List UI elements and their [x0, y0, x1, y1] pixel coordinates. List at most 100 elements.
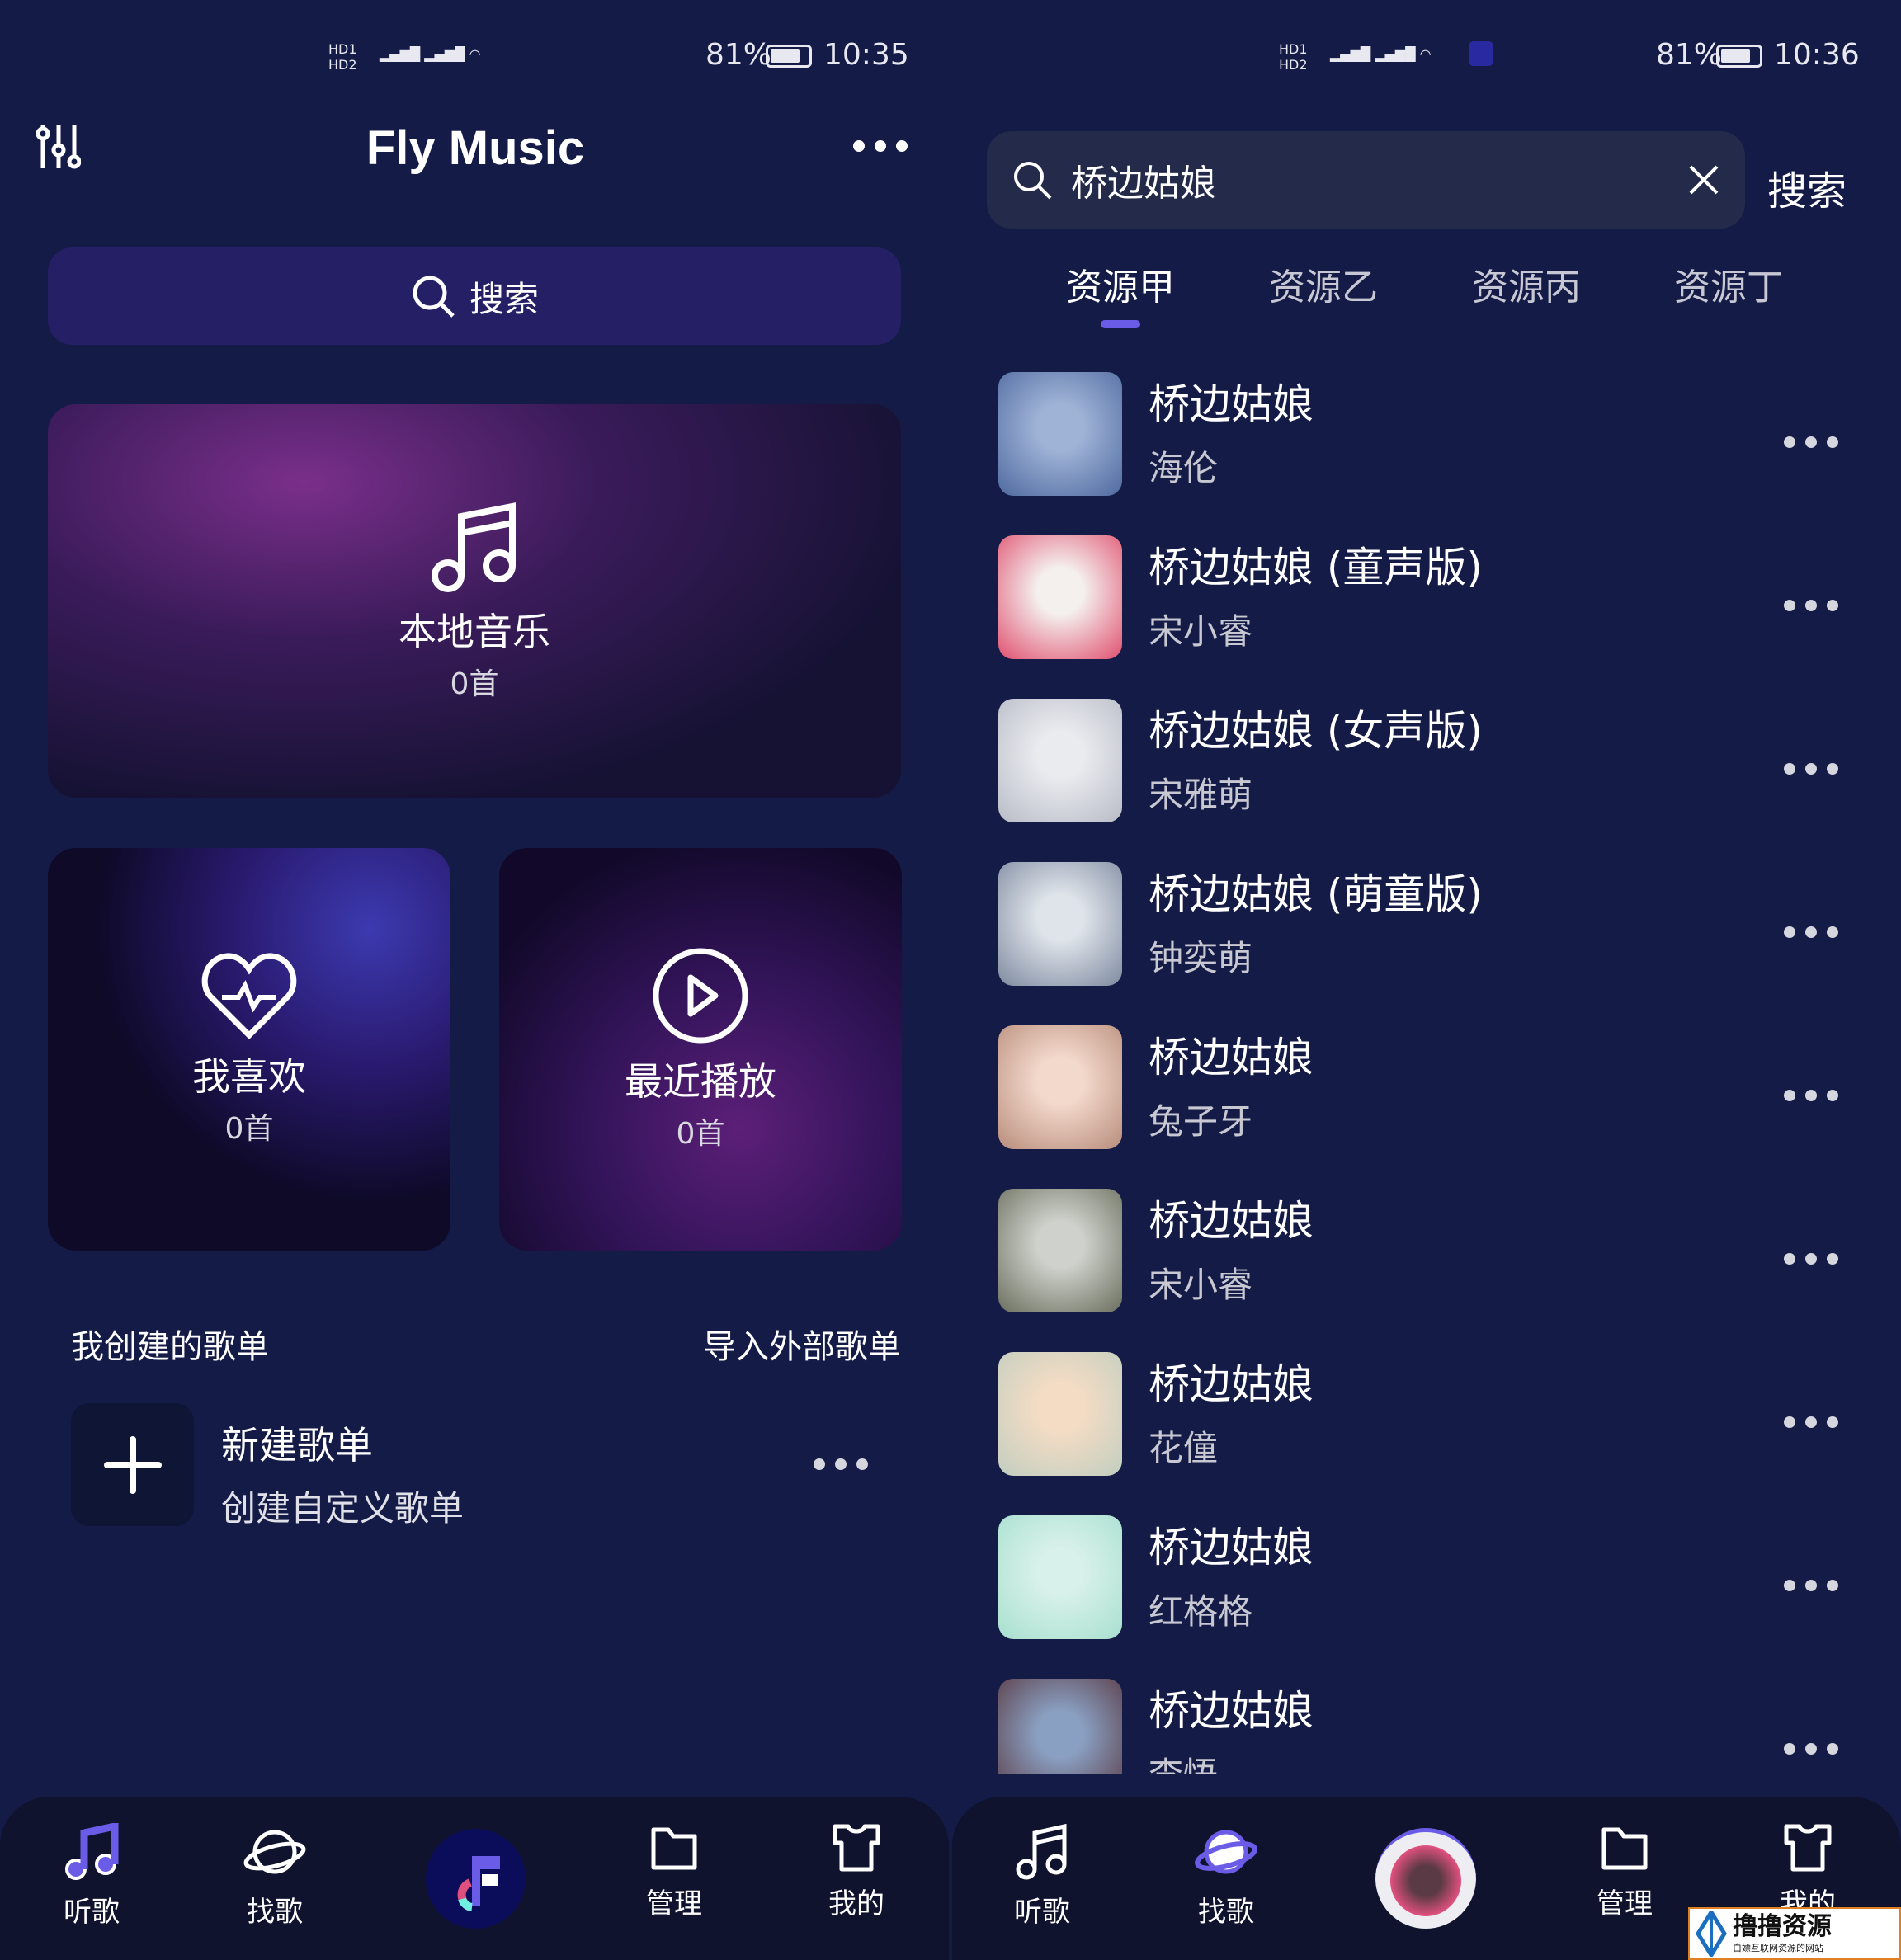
search-label: 搜索 — [469, 278, 539, 319]
song-title: 桥边姑娘 — [1149, 379, 1314, 428]
local-music-count: 0首 — [450, 667, 499, 701]
battery-icon — [1716, 45, 1762, 68]
search-button[interactable]: 搜索 — [1767, 158, 1847, 216]
tab-source-d[interactable]: 资源丁 — [1646, 257, 1811, 310]
album-art — [998, 372, 1122, 496]
favorites-count: 0首 — [224, 1112, 274, 1146]
search-input[interactable]: 桥边姑娘 — [987, 131, 1745, 229]
song-more-icon[interactable] — [1784, 1580, 1838, 1591]
result-row[interactable]: 桥边姑娘 (童声版) 宋小睿 — [987, 516, 1901, 679]
album-art — [998, 1515, 1122, 1639]
result-row[interactable]: 桥边姑娘 红格格 — [987, 1496, 1901, 1659]
music-note-icon — [65, 1823, 119, 1880]
my-playlists-heading: 我创建的歌单 — [71, 1328, 269, 1366]
song-more-icon[interactable] — [1784, 1090, 1838, 1101]
nav-discover[interactable]: 找歌 — [1160, 1823, 1292, 1929]
app-notification-icon — [1469, 41, 1493, 66]
recent-played-card[interactable]: 最近播放 0首 — [499, 848, 902, 1251]
result-row[interactable]: 桥边姑娘 (萌童版) 钟奕萌 — [987, 842, 1901, 1006]
album-art — [998, 862, 1122, 986]
song-title: 桥边姑娘 — [1149, 1196, 1314, 1245]
nav-mine[interactable]: 我的 — [790, 1823, 922, 1921]
tab-indicator — [1101, 320, 1140, 328]
app-logo-icon — [457, 1855, 500, 1911]
search-query: 桥边姑娘 — [1071, 163, 1216, 205]
song-title: 桥边姑娘 (女声版) — [1149, 706, 1483, 755]
album-art — [998, 1189, 1122, 1312]
song-more-icon[interactable] — [1784, 600, 1838, 611]
song-more-icon[interactable] — [1784, 1743, 1838, 1755]
now-playing-disc[interactable] — [1375, 1828, 1476, 1929]
nav-listen[interactable]: 听歌 — [976, 1823, 1108, 1929]
app-logo-button[interactable] — [426, 1829, 526, 1929]
tab-source-b[interactable]: 资源乙 — [1241, 257, 1406, 310]
plus-icon — [103, 1435, 162, 1494]
album-art — [998, 535, 1122, 659]
battery-icon — [766, 45, 812, 68]
result-row[interactable]: 桥边姑娘 宋小睿 — [987, 1169, 1901, 1332]
local-music-label: 本地音乐 — [399, 609, 550, 654]
signal-icon: ▂▄▆█ ▂▄▆█ ◠ — [380, 46, 481, 62]
new-playlist-button[interactable] — [71, 1403, 194, 1526]
search-results-list: 桥边姑娘 海伦 桥边姑娘 (童声版) 宋小睿 桥边姑娘 (女声版) 宋雅萌 桥边姑娘 (萌童… — [987, 352, 1901, 1774]
song-more-icon[interactable] — [1784, 926, 1838, 938]
song-title: 桥边姑娘 — [1149, 1033, 1314, 1081]
result-row[interactable]: 桥边姑娘 海伦 — [987, 352, 1901, 516]
play-circle-icon — [653, 948, 748, 1044]
result-row[interactable]: 桥边姑娘李悟 — [987, 1659, 1901, 1774]
song-title: 桥边姑娘 — [1149, 1686, 1314, 1735]
clock: 10:35 — [823, 38, 909, 72]
recent-played-label: 最近播放 — [625, 1059, 776, 1104]
nav-discover[interactable]: 找歌 — [209, 1823, 341, 1929]
favorites-card[interactable]: 我喜欢 0首 — [48, 848, 450, 1251]
tab-source-a[interactable]: 资源甲 — [1038, 257, 1203, 310]
nav-listen[interactable]: 听歌 — [26, 1823, 158, 1929]
result-row[interactable]: 桥边姑娘 花僮 — [987, 1332, 1901, 1496]
import-playlist-link[interactable]: 导入外部歌单 — [703, 1320, 901, 1368]
music-note-icon — [432, 502, 516, 592]
watermark-logo: 撸撸资源 白嫖互联网资源的网站 — [1688, 1907, 1901, 1960]
search-icon — [1014, 162, 1052, 200]
app-title: Fly Music — [366, 121, 585, 175]
battery-percent: 81% — [705, 38, 772, 72]
signal-icon: ▂▄▆█ ▂▄▆█ ◠ — [1330, 46, 1432, 62]
folder-icon — [651, 1827, 697, 1870]
favorites-label: 我喜欢 — [192, 1054, 306, 1099]
more-icon[interactable] — [853, 140, 908, 152]
new-playlist-title: 新建歌单 — [221, 1423, 373, 1468]
song-more-icon[interactable] — [1784, 436, 1838, 448]
result-row[interactable]: 桥边姑娘 (女声版) 宋雅萌 — [987, 679, 1901, 842]
recent-played-count: 0首 — [676, 1117, 725, 1151]
search-bar[interactable]: 搜索 — [48, 247, 901, 345]
shirt-icon — [833, 1824, 880, 1872]
planet-icon — [1195, 1830, 1257, 1874]
song-title: 桥边姑娘 — [1149, 1359, 1314, 1408]
clear-icon[interactable] — [1687, 163, 1720, 196]
battery-percent: 81% — [1656, 38, 1723, 72]
heart-pulse-icon — [201, 953, 297, 1039]
planet-icon — [243, 1830, 306, 1874]
clock: 10:36 — [1774, 38, 1860, 72]
album-art — [998, 1679, 1122, 1774]
album-art — [998, 699, 1122, 822]
result-row[interactable]: 桥边姑娘 兔子牙 — [987, 1006, 1901, 1169]
watermark-icon — [1696, 1911, 1727, 1957]
song-title: 桥边姑娘 (萌童版) — [1149, 869, 1483, 918]
sim-indicator: HD1 HD2 — [1279, 41, 1308, 73]
nav-manage[interactable]: 管理 — [608, 1823, 740, 1921]
song-title: 桥边姑娘 — [1149, 1523, 1314, 1571]
new-playlist-subtitle: 创建自定义歌单 — [221, 1488, 465, 1529]
folder-icon — [1601, 1827, 1648, 1870]
sim-indicator: HD1 HD2 — [328, 41, 357, 73]
song-more-icon[interactable] — [1784, 763, 1838, 775]
song-more-icon[interactable] — [1784, 1416, 1838, 1428]
tab-source-c[interactable]: 资源丙 — [1444, 257, 1609, 310]
music-note-icon — [1016, 1823, 1067, 1880]
nav-manage[interactable]: 管理 — [1559, 1823, 1691, 1921]
local-music-card[interactable]: 本地音乐 0首 — [48, 404, 901, 798]
album-art — [1390, 1845, 1461, 1916]
song-more-icon[interactable] — [1784, 1253, 1838, 1265]
album-art — [998, 1352, 1122, 1476]
song-title: 桥边姑娘 (童声版) — [1149, 543, 1483, 591]
new-playlist-more-icon[interactable] — [814, 1458, 868, 1470]
